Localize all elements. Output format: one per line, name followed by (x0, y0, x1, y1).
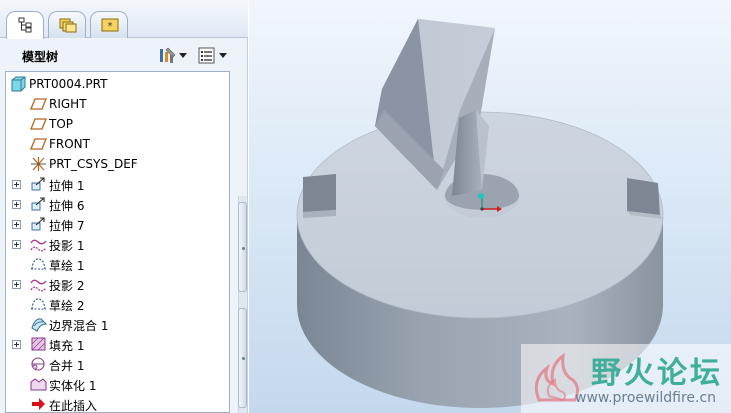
svg-text:*: * (108, 21, 113, 32)
watermark-title: 野火论坛 (591, 356, 723, 391)
tree-item-boundary-blend-1[interactable]: 边界混合 1 (6, 314, 229, 334)
tree-item-right[interactable]: RIGHT (6, 94, 229, 114)
tree-settings-button[interactable] (156, 44, 190, 66)
tree-item-front[interactable]: FRONT (6, 134, 229, 154)
boundary-blend-icon (31, 318, 47, 332)
fill-icon (31, 337, 46, 351)
tree-settings-icon (160, 47, 176, 63)
tree-item-extrude-1[interactable]: 拉伸 1 (6, 174, 229, 194)
folder-browser-icon (59, 18, 77, 33)
tab-folder-browser[interactable] (48, 11, 86, 38)
datum-plane-icon (30, 118, 47, 130)
tree-item-sketch-1[interactable]: 草绘 1 (6, 254, 229, 274)
tree-item-insert-here[interactable]: 在此插入 (6, 394, 229, 412)
extrude-icon (31, 197, 45, 211)
csys-icon (31, 157, 46, 171)
forum-watermark: 野火论坛 www.proewildfire.cn (521, 344, 731, 413)
tree-item-merge-1[interactable]: 合并 1 (6, 354, 229, 374)
expand-icon[interactable] (12, 180, 21, 189)
part-icon (11, 76, 26, 92)
datum-plane-icon (30, 138, 47, 150)
navigator-panel: * 模型树 PRT0004.PRT RIGHT TOP FRONT PRT_CS… (0, 0, 248, 413)
merge-icon (31, 357, 45, 371)
sketch-icon (31, 258, 46, 270)
notch-left (303, 174, 336, 212)
tree-item-prt0004[interactable]: PRT0004.PRT (6, 74, 229, 94)
notch-right (627, 178, 660, 215)
projection-icon (30, 279, 47, 292)
model-tree: PRT0004.PRT RIGHT TOP FRONT PRT_CSYS_DEF (5, 71, 230, 413)
chevron-down-icon (179, 53, 187, 58)
expand-icon[interactable] (12, 280, 21, 289)
expand-icon[interactable] (12, 200, 21, 209)
expand-icon[interactable] (12, 220, 21, 229)
sash-grip (242, 357, 245, 360)
chevron-down-icon (219, 53, 227, 58)
projection-icon (30, 239, 47, 252)
expand-icon[interactable] (12, 240, 21, 249)
model-tree-header: 模型树 (0, 38, 248, 70)
model-tree-title: 模型树 (22, 50, 59, 64)
tab-favorites[interactable]: * (90, 11, 128, 38)
tree-item-projection-1[interactable]: 投影 1 (6, 234, 229, 254)
tree-item-projection-2[interactable]: 投影 2 (6, 274, 229, 294)
datum-plane-icon (30, 98, 47, 110)
tree-show-button[interactable] (196, 44, 230, 66)
extrude-icon (31, 217, 45, 231)
navigator-tabs: * (0, 0, 248, 39)
sash-grip (242, 247, 245, 250)
sketch-icon (31, 298, 46, 310)
tab-model-tree[interactable] (6, 11, 44, 39)
watermark-url: www.proewildfire.cn (575, 390, 717, 406)
extrude-icon (31, 177, 45, 191)
expand-icon[interactable] (12, 340, 21, 349)
model-tree-icon (18, 17, 32, 33)
tree-item-top[interactable]: TOP (6, 114, 229, 134)
solidify-icon (30, 378, 47, 391)
tree-item-extrude-6[interactable]: 拉伸 6 (6, 194, 229, 214)
tree-item-extrude-7[interactable]: 拉伸 7 (6, 214, 229, 234)
tree-show-icon (198, 47, 215, 64)
tree-item-solidify-1[interactable]: 实体化 1 (6, 374, 229, 394)
tree-item-prt-csys-def[interactable]: PRT_CSYS_DEF (6, 154, 229, 174)
tree-item-fill-1[interactable]: 填充 1 (6, 334, 229, 354)
favorites-icon: * (101, 18, 119, 32)
tree-item-sketch-2[interactable]: 草绘 2 (6, 294, 229, 314)
insert-here-icon (32, 398, 45, 410)
csys-origin (478, 193, 484, 199)
